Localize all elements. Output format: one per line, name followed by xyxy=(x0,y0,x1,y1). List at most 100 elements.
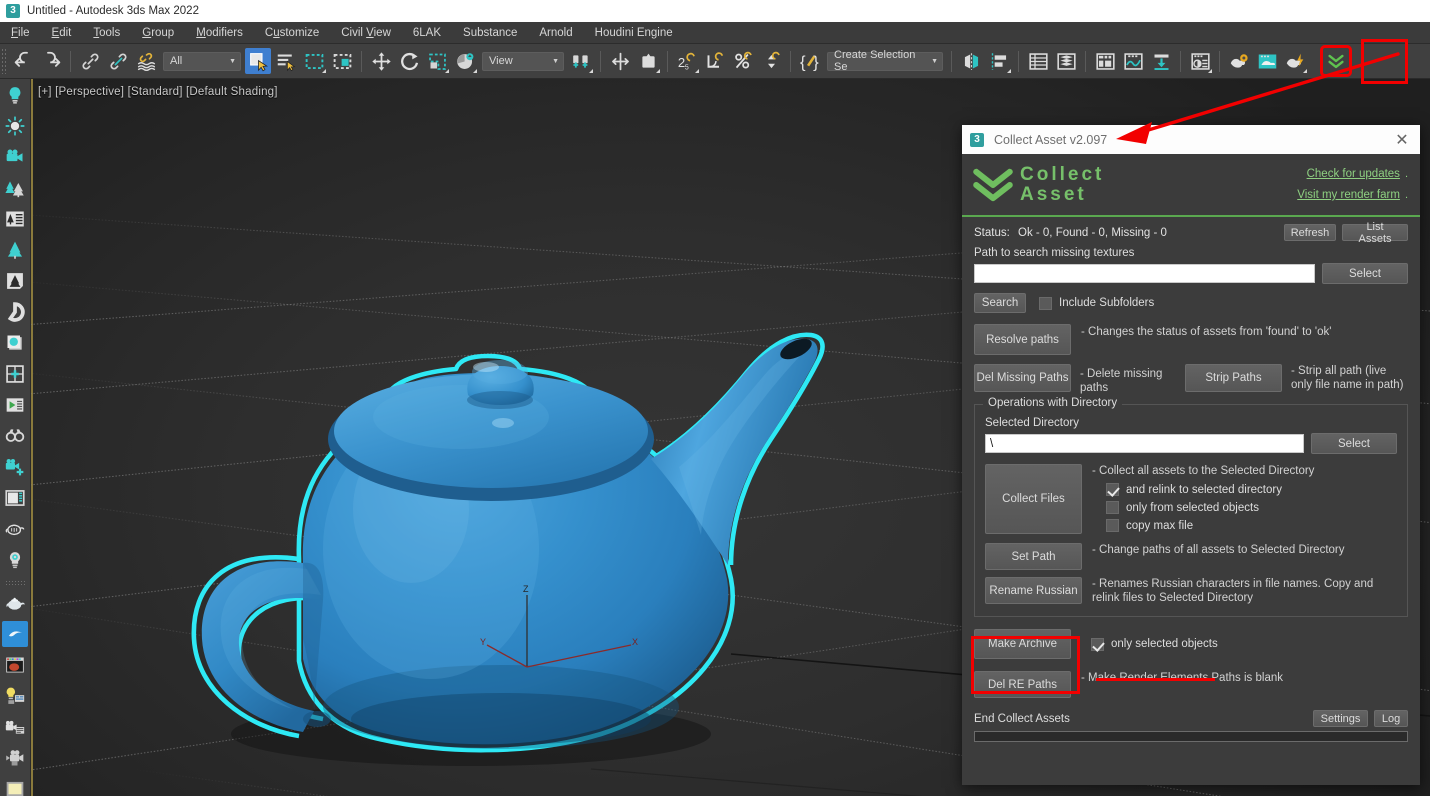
reference-coordinate-combo[interactable]: View ▼ xyxy=(482,51,564,71)
menu-item-houdini-engine[interactable]: Houdini Engine xyxy=(584,25,684,41)
light-bulb-icon[interactable] xyxy=(2,82,28,108)
rectangular-selection-region-icon[interactable] xyxy=(301,48,327,74)
scene-explorer-icon[interactable] xyxy=(1053,48,1079,74)
refresh-button[interactable]: Refresh xyxy=(1284,224,1336,241)
rename-russian-button[interactable]: Rename Russian xyxy=(985,577,1082,605)
del-re-paths-button[interactable]: Del RE Paths xyxy=(974,671,1071,699)
archive-only-selected-checkbox[interactable] xyxy=(1091,637,1104,651)
select-link-icon[interactable] xyxy=(77,48,103,74)
snaps-toggle-icon[interactable]: 25 xyxy=(674,48,700,74)
select-by-name-icon[interactable] xyxy=(273,48,299,74)
menu-item-customize[interactable]: Customize xyxy=(254,25,330,41)
select-and-rotate-icon[interactable] xyxy=(396,48,422,74)
selected-directory-select-button[interactable]: Select xyxy=(1311,433,1397,455)
select-and-place-icon[interactable] xyxy=(452,48,478,74)
selection-filter-combo[interactable]: All ▼ xyxy=(163,51,241,71)
menu-item-edit[interactable]: Edit xyxy=(41,25,83,41)
window-panel-icon[interactable] xyxy=(2,485,28,511)
search-path-select-button[interactable]: Select xyxy=(1322,263,1408,284)
grid-target-icon[interactable] xyxy=(2,361,28,387)
unlink-selection-icon[interactable] xyxy=(105,48,131,74)
collect-asset-dialog[interactable]: 3 Collect Asset v2.097 ✕ Collect Asset C… xyxy=(962,125,1420,785)
binocular-icon[interactable] xyxy=(2,423,28,449)
layers-stack-icon[interactable] xyxy=(2,330,28,356)
sun-icon[interactable] xyxy=(2,113,28,139)
edit-named-selection-sets-icon[interactable]: {} xyxy=(797,48,823,74)
settings-button[interactable]: Settings xyxy=(1313,710,1368,728)
set-path-button[interactable]: Set Path xyxy=(985,543,1082,571)
include-subfolders-checkbox[interactable] xyxy=(1039,296,1052,310)
menu-item-group[interactable]: Group xyxy=(131,25,185,41)
select-and-move-icon[interactable] xyxy=(368,48,394,74)
menu-item-substance[interactable]: Substance xyxy=(452,25,528,41)
search-button[interactable]: Search xyxy=(974,293,1026,313)
camera-view-icon[interactable] xyxy=(2,745,28,771)
rendered-frame-window-icon[interactable] xyxy=(1254,48,1280,74)
tree-library-icon[interactable] xyxy=(2,206,28,232)
material-editor-icon[interactable] xyxy=(1187,48,1213,74)
include-subfolders-row[interactable]: Include Subfolders xyxy=(1039,296,1154,310)
redo-icon[interactable] xyxy=(38,48,64,74)
menu-item-tools[interactable]: Tools xyxy=(82,25,131,41)
menu-item-modifiers[interactable]: Modifiers xyxy=(185,25,254,41)
schematic-view-icon[interactable] xyxy=(1148,48,1174,74)
render-setup-icon[interactable] xyxy=(1226,48,1252,74)
named-selection-sets-combo[interactable]: Create Selection Se ▼ xyxy=(827,49,943,73)
ribbon-toggle-icon[interactable] xyxy=(1092,48,1118,74)
menu-item-6lak[interactable]: 6LAK xyxy=(402,25,452,41)
selected-directory-input[interactable]: \ xyxy=(985,434,1304,454)
bulb-gear-icon[interactable] xyxy=(2,547,28,573)
menu-item-civil-view[interactable]: Civil View xyxy=(330,25,402,41)
spinner-snap-toggle-icon[interactable] xyxy=(758,48,784,74)
visit-render-farm-link[interactable]: Visit my render farm xyxy=(1297,189,1400,201)
blank-swatch-icon[interactable] xyxy=(2,776,28,796)
render-production-icon[interactable] xyxy=(1282,48,1308,74)
copy-max-file-checkbox[interactable] xyxy=(1106,519,1119,533)
teapot-wire-icon[interactable] xyxy=(2,516,28,542)
menu-item-arnold[interactable]: Arnold xyxy=(528,25,583,41)
close-icon[interactable]: ✕ xyxy=(1388,127,1416,152)
align-panel-icon[interactable] xyxy=(986,48,1012,74)
mirror-icon[interactable] xyxy=(607,48,633,74)
curve-editor-icon[interactable] xyxy=(1120,48,1146,74)
align-icon[interactable] xyxy=(635,48,661,74)
copy-max-file-option-row[interactable]: copy max file xyxy=(1106,519,1397,533)
select-and-scale-icon[interactable] xyxy=(424,48,450,74)
percent-snap-toggle-icon[interactable] xyxy=(730,48,756,74)
render-frame-icon[interactable] xyxy=(2,652,28,678)
select-object-icon[interactable] xyxy=(245,48,271,74)
toolbar-grip[interactable] xyxy=(1,48,6,74)
mirror-panel-icon[interactable] xyxy=(958,48,984,74)
archive-only-selected-row[interactable]: only selected objects xyxy=(1091,637,1218,651)
collect-files-button[interactable]: Collect Files xyxy=(985,464,1082,535)
window-crossing-icon[interactable] xyxy=(329,48,355,74)
camera-icon[interactable] xyxy=(2,144,28,170)
camera-add-icon[interactable] xyxy=(2,454,28,480)
use-center-flyout-icon[interactable] xyxy=(568,48,594,74)
menu-item-file[interactable]: File xyxy=(0,25,41,41)
del-missing-paths-button[interactable]: Del Missing Paths xyxy=(974,364,1071,392)
list-assets-button[interactable]: List Assets xyxy=(1342,221,1408,245)
collect-asset-icon[interactable] xyxy=(1320,45,1352,77)
teapot-icon[interactable] xyxy=(2,590,28,616)
strip-paths-button[interactable]: Strip Paths xyxy=(1185,364,1282,392)
player-panel-icon[interactable] xyxy=(2,392,28,418)
circle-arc-icon[interactable] xyxy=(2,299,28,325)
make-archive-button[interactable]: Make Archive xyxy=(974,629,1071,660)
log-button[interactable]: Log xyxy=(1374,710,1408,728)
toolbar-grip[interactable] xyxy=(5,580,25,585)
angle-snap-toggle-icon[interactable] xyxy=(702,48,728,74)
trees-icon[interactable] xyxy=(2,175,28,201)
conifer-icon[interactable] xyxy=(2,237,28,263)
layer-explorer-icon[interactable] xyxy=(1025,48,1051,74)
bind-to-space-warp-icon[interactable] xyxy=(133,48,159,74)
plant-panel-icon[interactable] xyxy=(2,268,28,294)
camera-setup-icon[interactable] xyxy=(2,714,28,740)
relink-checkbox[interactable] xyxy=(1106,483,1119,497)
relink-option-row[interactable]: and relink to selected directory xyxy=(1106,483,1397,497)
check-for-updates-link[interactable]: Check for updates xyxy=(1307,168,1400,180)
search-path-input[interactable] xyxy=(974,264,1315,283)
only-selected-objects-option-row[interactable]: only from selected objects xyxy=(1106,501,1397,515)
collect-asset-active-icon[interactable] xyxy=(2,621,28,647)
only-from-selected-objects-checkbox[interactable] xyxy=(1106,501,1119,515)
